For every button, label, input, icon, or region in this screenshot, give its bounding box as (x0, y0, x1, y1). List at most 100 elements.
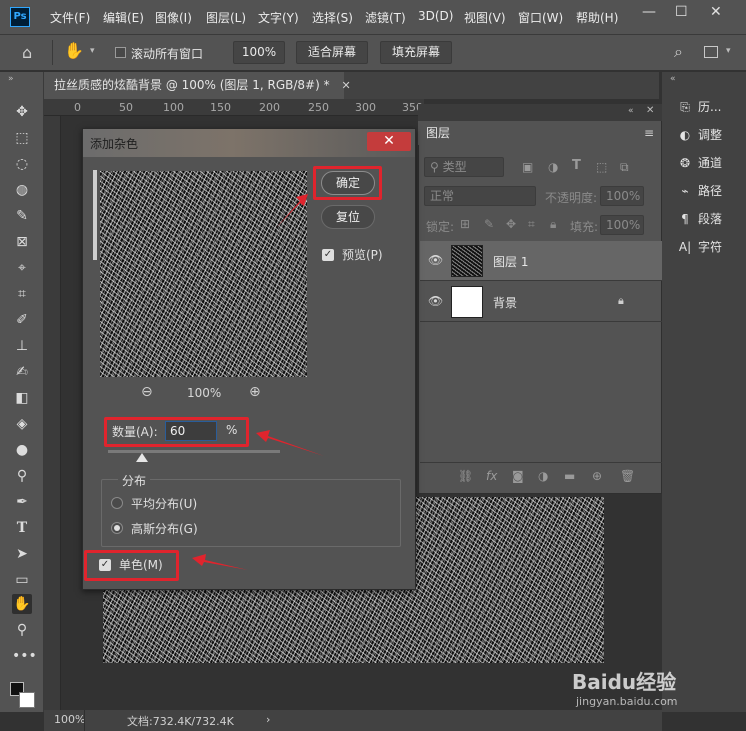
adjustment-layer-icon[interactable]: ◑ (538, 469, 548, 483)
zoom-out-icon[interactable]: ⊖ (141, 384, 153, 400)
workspace-icon[interactable] (704, 46, 718, 58)
dialog-close-button[interactable]: ✕ (367, 132, 411, 151)
link-layers-icon[interactable]: ⛓︎ (458, 469, 473, 483)
close-window-button[interactable]: ✕ (710, 4, 722, 20)
preview-checkbox[interactable]: ✓ (322, 249, 334, 261)
panel-character[interactable]: A| 字符 (676, 236, 722, 258)
more-tools-icon[interactable]: ••• (12, 646, 37, 666)
menu-image[interactable]: 图像(I) (155, 9, 192, 26)
maximize-button[interactable]: ☐ (675, 4, 688, 20)
crop-tool-icon[interactable]: ⌗ (12, 284, 32, 304)
lock-position-icon[interactable]: ✥ (506, 217, 516, 231)
minimize-button[interactable]: — (642, 4, 656, 20)
shape-filter-icon[interactable]: ⬚ (596, 160, 607, 174)
history-brush-icon[interactable]: ✍ (12, 362, 32, 382)
gaussian-radio[interactable] (111, 522, 123, 534)
panel-paragraph[interactable]: ¶ 段落 (676, 208, 722, 230)
amount-slider-thumb[interactable] (136, 453, 149, 462)
lock-pixels-icon[interactable]: ✎ (484, 217, 494, 231)
paint-bucket-icon[interactable]: ◈ (12, 414, 32, 434)
zoom-in-icon[interactable]: ⊕ (249, 384, 261, 400)
fill-field[interactable]: 100% (600, 215, 644, 235)
move-tool-icon[interactable]: ✥ (12, 102, 32, 122)
search-icon[interactable]: ⌕ (674, 42, 683, 62)
close-icon[interactable]: ✕ (646, 105, 654, 116)
rectangle-tool-icon[interactable]: ▭ (12, 570, 32, 590)
layer-filter-dropdown[interactable]: ⚲ 类型 (424, 157, 504, 177)
document-tab[interactable]: 拉丝质感的炫酷背景 @ 100% (图层 1, RGB/8#) * ✕ (44, 72, 351, 99)
zoom-field[interactable]: 100% (233, 41, 285, 64)
preview-scrollbar[interactable] (93, 170, 97, 260)
path-select-icon[interactable]: ➤ (12, 544, 32, 564)
menu-view[interactable]: 视图(V) (464, 9, 506, 26)
smart-object-filter-icon[interactable]: ⧉ (620, 160, 629, 175)
menu-edit[interactable]: 编辑(E) (103, 9, 144, 26)
group-folder-icon[interactable]: ▬ (564, 469, 575, 483)
amount-slider-track[interactable] (108, 450, 280, 453)
panel-menu-icon[interactable]: ≡ (644, 126, 654, 140)
menu-help[interactable]: 帮助(H) (576, 9, 618, 26)
eyedropper-tool-icon[interactable]: ⌖ (12, 258, 32, 278)
panel-channels[interactable]: ❂ 通道 (676, 152, 722, 174)
opacity-field[interactable]: 100% (600, 186, 644, 206)
blur-tool-icon[interactable]: ● (12, 440, 32, 460)
menu-select[interactable]: 选择(S) (312, 9, 353, 26)
fill-screen-button[interactable]: 填充屏幕 (380, 41, 452, 64)
ok-button[interactable]: 确定 (321, 171, 375, 195)
pixel-filter-icon[interactable]: ▣ (522, 160, 533, 174)
add-mask-icon[interactable]: ◙ (512, 469, 524, 483)
menu-layer[interactable]: 图层(L) (206, 9, 246, 26)
collapse-icon[interactable]: « (670, 74, 676, 84)
stamp-tool-icon[interactable]: ⊥ (12, 336, 32, 356)
quick-select-tool-icon[interactable]: ◍ (12, 180, 32, 200)
close-tab-icon[interactable]: ✕ (341, 79, 350, 92)
layer-row-background[interactable]: 👁︎ 背景 🔒︎ (420, 282, 662, 322)
reset-button[interactable]: 复位 (321, 205, 375, 229)
layers-tab[interactable]: 图层 (418, 121, 458, 145)
chevron-down-icon[interactable]: ▾ (90, 46, 95, 56)
layer-row-layer1[interactable]: 👁︎ 图层 1 (420, 241, 662, 281)
status-arrow-icon[interactable]: › (266, 713, 270, 726)
panel-adjustments[interactable]: ◐ 调整 (676, 124, 722, 146)
uniform-radio[interactable] (111, 497, 123, 509)
adjustment-filter-icon[interactable]: ◑ (548, 160, 558, 174)
new-layer-icon[interactable]: ⊕ (592, 469, 602, 483)
blend-mode-dropdown[interactable]: 正常 (424, 186, 536, 206)
type-filter-icon[interactable]: T (572, 158, 581, 173)
menu-file[interactable]: 文件(F) (50, 9, 90, 26)
type-tool-icon[interactable]: T (12, 518, 32, 538)
zoom-tool-icon[interactable]: ⚲ (12, 620, 32, 640)
panel-history[interactable]: ⎘ 历... (676, 96, 721, 118)
visibility-eye-icon[interactable]: 👁︎ (428, 253, 443, 267)
dodge-tool-icon[interactable]: ⚲ (12, 466, 32, 486)
collapse-icon[interactable]: » (8, 74, 14, 84)
frame-tool-icon[interactable]: ⊠ (12, 232, 32, 252)
lock-artboard-icon[interactable]: ⌗ (528, 217, 535, 232)
home-icon[interactable]: ⌂ (22, 43, 32, 62)
trash-icon[interactable]: 🗑︎ (620, 469, 635, 483)
menu-3d[interactable]: 3D(D) (418, 9, 453, 23)
layer-name[interactable]: 图层 1 (493, 253, 528, 270)
lock-transparent-icon[interactable]: ⊞ (460, 217, 470, 231)
hand-tool-icon[interactable]: ✋ (64, 41, 84, 60)
chevron-down-icon[interactable]: ▾ (726, 46, 731, 56)
marquee-tool-icon[interactable]: ⬚ (12, 128, 32, 148)
background-color-swatch[interactable] (19, 692, 35, 708)
brush-tool-icon[interactable]: ✐ (12, 310, 32, 330)
layer-name[interactable]: 背景 (493, 294, 517, 311)
lasso-tool-icon[interactable]: ◌ (12, 154, 32, 174)
hand-tool-icon[interactable]: ✋ (12, 594, 32, 614)
fit-screen-button[interactable]: 适合屏幕 (296, 41, 368, 64)
amount-input[interactable]: 60 (165, 421, 217, 441)
status-zoom[interactable]: 100% (54, 713, 85, 726)
menu-filter[interactable]: 滤镜(T) (365, 9, 406, 26)
fx-icon[interactable]: fx (486, 469, 497, 483)
lock-all-icon[interactable]: 🔒︎ (550, 217, 556, 232)
eraser-tool-icon[interactable]: ◧ (12, 388, 32, 408)
scroll-all-checkbox[interactable] (115, 47, 126, 58)
noise-preview[interactable] (100, 171, 307, 377)
visibility-eye-icon[interactable]: 👁︎ (428, 294, 443, 308)
pen-tool-icon[interactable]: ✒ (12, 492, 32, 512)
menu-type[interactable]: 文字(Y) (258, 9, 299, 26)
monochrome-checkbox[interactable]: ✓ (99, 559, 111, 571)
